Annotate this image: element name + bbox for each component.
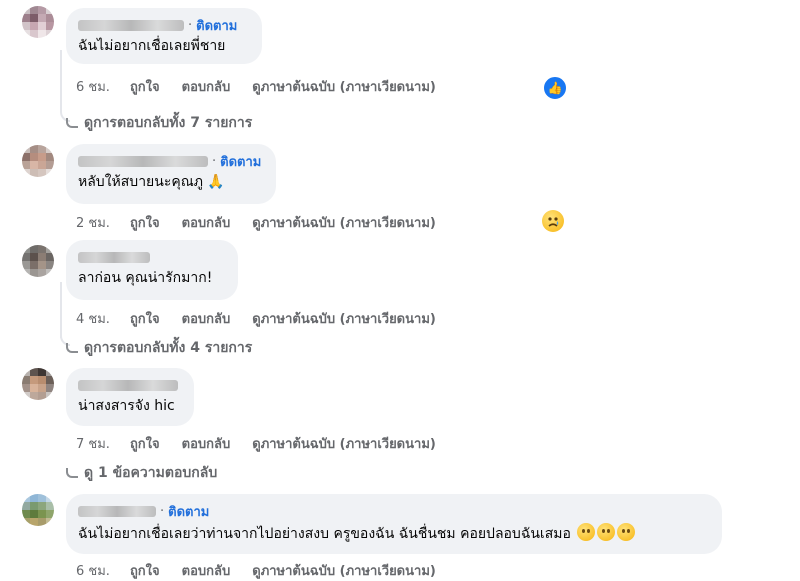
comment-text: ฉันไม่อยากเชื่อเลยว่าท่านจากไปอย่างสงบ ค… — [78, 523, 710, 544]
reply-button[interactable]: ตอบกลับ — [182, 212, 231, 233]
comment-actions: 7 ชม. ถูกใจ ตอบกลับ ดูภาษาต้นฉบับ (ภาษาเ… — [76, 434, 458, 452]
reply-button[interactable]: ตอบกลับ — [182, 560, 231, 581]
avatar[interactable] — [22, 6, 54, 38]
thread-line — [60, 50, 62, 112]
see-original-button[interactable]: ดูภาษาต้นฉบับ (ภาษาเวียดนาม) — [252, 560, 436, 581]
like-button[interactable]: ถูกใจ — [130, 212, 160, 233]
comment-bubble: · ติดตาม หลับให้สบายนะคุณภู 🙏 — [66, 144, 276, 204]
comment-timestamp[interactable]: 6 ชม. — [76, 560, 110, 581]
see-original-button[interactable]: ดูภาษาต้นฉบับ (ภาษาเวียดนาม) — [252, 76, 436, 97]
sad-emoji — [617, 523, 636, 541]
thread-line — [60, 282, 62, 338]
see-original-button[interactable]: ดูภาษาต้นฉบับ (ภาษาเวียดนาม) — [252, 212, 436, 233]
like-button[interactable]: ถูกใจ — [130, 308, 160, 329]
comment-timestamp[interactable]: 7 ชม. — [76, 433, 110, 454]
avatar[interactable] — [22, 368, 54, 400]
follow-link[interactable]: ติดตาม — [196, 15, 237, 36]
reply-arrow-icon — [66, 118, 78, 128]
like-icon[interactable]: 👍 — [542, 75, 568, 101]
like-button[interactable]: ถูกใจ — [130, 433, 160, 454]
comment-bubble: ลาก่อน คุณน่ารักมาก! — [66, 240, 238, 300]
sad-emoji — [577, 523, 596, 541]
comment-text: ลาก่อน คุณน่ารักมาก! — [78, 270, 213, 286]
comment-bubble: · ติดตาม ฉันไม่อยากเชื่อเลยพี่ชาย — [66, 8, 262, 64]
avatar[interactable] — [22, 245, 54, 277]
see-original-button[interactable]: ดูภาษาต้นฉบับ (ภาษาเวียดนาม) — [252, 433, 436, 454]
comment-text: น่าสงสารจัง hic — [78, 398, 175, 414]
follow-link[interactable]: ติดตาม — [168, 501, 209, 522]
comment-text: หลับให้สบายนะคุณภู 🙏 — [78, 174, 225, 190]
reply-button[interactable]: ตอบกลับ — [182, 433, 231, 454]
comment-actions: 6 ชม. ถูกใจ ตอบกลับ ดูภาษาต้นฉบับ (ภาษาเ… — [76, 77, 458, 95]
commenter-name-blurred[interactable] — [78, 156, 208, 167]
comment-timestamp[interactable]: 2 ชม. — [76, 212, 110, 233]
like-button[interactable]: ถูกใจ — [130, 76, 160, 97]
reply-button[interactable]: ตอบกลับ — [182, 308, 231, 329]
sad-face-icon — [548, 217, 559, 227]
avatar[interactable] — [22, 145, 54, 177]
view-replies-button[interactable]: ดู 1 ข้อความตอบกลับ — [66, 462, 217, 484]
sad-icon[interactable] — [542, 210, 564, 232]
avatar[interactable] — [22, 494, 54, 526]
commenter-name-blurred[interactable] — [78, 252, 150, 263]
commenter-name-blurred[interactable] — [78, 506, 156, 517]
comment-timestamp[interactable]: 4 ชม. — [76, 308, 110, 329]
sad-emoji — [597, 523, 616, 541]
comment-timestamp[interactable]: 6 ชม. — [76, 76, 110, 97]
view-replies-button[interactable]: ดูการตอบกลับทั้ง 7 รายการ — [66, 112, 252, 134]
like-button[interactable]: ถูกใจ — [130, 560, 160, 581]
see-original-button[interactable]: ดูภาษาต้นฉบับ (ภาษาเวียดนาม) — [252, 308, 436, 329]
reply-arrow-icon — [66, 343, 78, 353]
reply-arrow-icon — [66, 468, 78, 478]
commenter-name-blurred[interactable] — [78, 20, 184, 31]
commenter-name-blurred[interactable] — [78, 380, 178, 391]
view-replies-button[interactable]: ดูการตอบกลับทั้ง 4 รายการ — [66, 337, 252, 359]
comment-bubble: น่าสงสารจัง hic — [66, 368, 194, 426]
comment-actions: 2 ชม. ถูกใจ ตอบกลับ ดูภาษาต้นฉบับ (ภาษาเ… — [76, 213, 458, 231]
comment-actions: 6 ชม. ถูกใจ ตอบกลับ ดูภาษาต้นฉบับ (ภาษาเ… — [76, 561, 458, 579]
comment-actions: 4 ชม. ถูกใจ ตอบกลับ ดูภาษาต้นฉบับ (ภาษาเ… — [76, 309, 458, 327]
praying-hands-emoji: 🙏 — [207, 174, 225, 190]
comment-bubble: · ติดตาม ฉันไม่อยากเชื่อเลยว่าท่านจากไปอ… — [66, 494, 722, 554]
follow-link[interactable]: ติดตาม — [220, 151, 261, 172]
reply-button[interactable]: ตอบกลับ — [182, 76, 231, 97]
comment-text: ฉันไม่อยากเชื่อเลยพี่ชาย — [78, 38, 226, 54]
